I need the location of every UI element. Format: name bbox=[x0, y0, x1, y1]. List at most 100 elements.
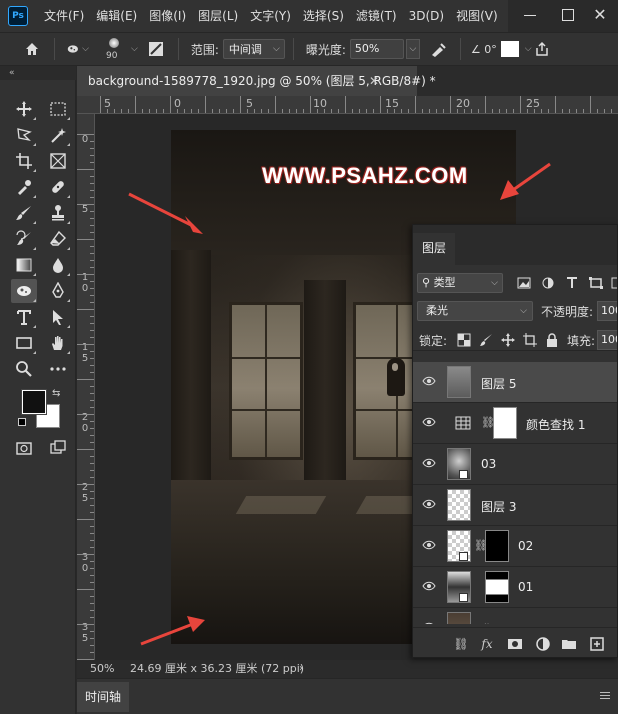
layer-row[interactable]: ⛓ 02 bbox=[413, 526, 617, 567]
close-icon[interactable]: ✕ bbox=[590, 4, 610, 26]
type-tool-icon[interactable] bbox=[11, 305, 37, 329]
chevron-down-icon[interactable]: ⌵ bbox=[131, 44, 138, 54]
visibility-eye-icon[interactable] bbox=[422, 622, 436, 624]
home-icon[interactable] bbox=[18, 35, 46, 63]
link-layers-icon[interactable]: ⛓ bbox=[453, 636, 469, 652]
hand-tool-icon[interactable] bbox=[45, 331, 71, 355]
range-select[interactable]: 中间调 ⌵ bbox=[222, 39, 285, 59]
quick-mask-icon[interactable] bbox=[11, 436, 37, 460]
layer-row[interactable]: 03 bbox=[413, 444, 617, 485]
layer-mask-thumbnail[interactable] bbox=[493, 407, 517, 439]
visibility-eye-icon[interactable] bbox=[422, 540, 436, 550]
new-layer-icon[interactable] bbox=[589, 636, 605, 652]
menu-view[interactable]: 视图(V) bbox=[450, 0, 504, 32]
path-selection-tool-icon[interactable] bbox=[45, 305, 71, 329]
toolbar-collapse-icon[interactable]: « bbox=[0, 66, 76, 80]
brush-settings-icon[interactable] bbox=[148, 40, 170, 58]
vertical-ruler[interactable]: 0 5 1 0 1 5 2 0 2 5 3 0 3 5 bbox=[77, 114, 95, 660]
chevron-down-icon[interactable]: ⌵ bbox=[525, 44, 532, 54]
close-tab-icon[interactable]: ✕ bbox=[369, 66, 379, 96]
fx-icon[interactable]: fx bbox=[479, 636, 495, 652]
history-brush-tool-icon[interactable] bbox=[11, 227, 37, 251]
default-colors-icon[interactable] bbox=[18, 418, 26, 426]
new-group-icon[interactable] bbox=[561, 636, 577, 652]
status-more-chevron[interactable]: › bbox=[299, 660, 303, 678]
eyedropper-tool-icon[interactable] bbox=[11, 175, 37, 199]
document-tab[interactable]: background-1589778_1920.jpg @ 50% (图层 5,… bbox=[77, 66, 436, 96]
screen-mode-icon[interactable] bbox=[45, 436, 71, 460]
panel-menu-icon[interactable] bbox=[600, 692, 610, 701]
frame-tool-icon[interactable] bbox=[45, 149, 71, 173]
ruler-label: 0 bbox=[81, 134, 89, 145]
sponge-tool-preset-icon[interactable]: ⌵ bbox=[67, 40, 89, 58]
menu-select[interactable]: 选择(S) bbox=[297, 0, 350, 32]
lock-pixels-brush-icon[interactable] bbox=[479, 333, 493, 347]
magic-wand-tool-icon[interactable] bbox=[45, 123, 71, 147]
menu-type[interactable]: 文字(Y) bbox=[244, 0, 297, 32]
menu-edit[interactable]: 编辑(E) bbox=[90, 0, 143, 32]
brush-tool-icon[interactable] bbox=[11, 201, 37, 225]
visibility-eye-icon[interactable] bbox=[422, 417, 436, 427]
horizontal-ruler[interactable]: 5 0 5 10 15 20 25 bbox=[77, 96, 618, 114]
add-mask-icon[interactable] bbox=[507, 636, 523, 652]
brush-preset-picker[interactable]: 90 bbox=[99, 34, 129, 64]
eraser-tool-icon[interactable] bbox=[45, 227, 71, 251]
menu-layer[interactable]: 图层(L) bbox=[192, 0, 244, 32]
menu-3d[interactable]: 3D(D) bbox=[403, 0, 450, 32]
adjustment-layer-filter-icon[interactable] bbox=[541, 277, 555, 289]
menu-image[interactable]: 图像(I) bbox=[143, 0, 192, 32]
menu-file[interactable]: 文件(F) bbox=[38, 0, 90, 32]
adjustment-layer-icon[interactable] bbox=[535, 636, 551, 652]
tab-timeline[interactable]: 时间轴 bbox=[77, 682, 129, 712]
blur-tool-icon[interactable] bbox=[45, 253, 71, 277]
airbrush-icon[interactable] bbox=[430, 40, 452, 58]
share-icon[interactable] bbox=[534, 40, 556, 58]
layer-mask-thumbnail[interactable] bbox=[485, 530, 509, 562]
smart-object-filter-icon[interactable] bbox=[611, 277, 618, 289]
blend-mode-select[interactable]: 柔光 ⌵ bbox=[417, 301, 533, 321]
zoom-level[interactable]: 50% bbox=[90, 660, 114, 678]
layer-row[interactable]: 图层 3 bbox=[413, 485, 617, 526]
visibility-eye-icon[interactable] bbox=[422, 458, 436, 468]
lock-all-icon[interactable] bbox=[545, 333, 559, 347]
rectangle-tool-icon[interactable] bbox=[11, 331, 37, 355]
lock-transparent-icon[interactable] bbox=[457, 333, 471, 347]
menu-filter[interactable]: 滤镜(T) bbox=[350, 0, 403, 32]
fill-input[interactable]: 100 bbox=[597, 330, 617, 350]
healing-brush-tool-icon[interactable] bbox=[45, 175, 71, 199]
move-tool-icon[interactable] bbox=[11, 97, 37, 121]
exposure-input[interactable]: 50% bbox=[349, 39, 404, 59]
pen-tool-icon[interactable] bbox=[45, 279, 71, 303]
layer-row[interactable]: 背景 bbox=[413, 608, 617, 624]
layer-row[interactable]: 图层 5 bbox=[413, 362, 617, 403]
maximize-icon[interactable] bbox=[562, 9, 574, 21]
visibility-eye-icon[interactable] bbox=[422, 376, 436, 386]
layer-row[interactable]: 01 bbox=[413, 567, 617, 608]
shape-layer-filter-icon[interactable] bbox=[589, 277, 603, 289]
angle-input[interactable] bbox=[500, 41, 519, 57]
crop-tool-icon[interactable] bbox=[11, 149, 37, 173]
pixel-layer-filter-icon[interactable] bbox=[517, 277, 531, 289]
lock-artboard-icon[interactable] bbox=[523, 333, 537, 347]
kind-filter-select[interactable]: ⚲ 类型 ⌵ bbox=[417, 273, 503, 293]
layer-row[interactable]: ⛓ 颜色查找 1 bbox=[413, 403, 617, 444]
visibility-eye-icon[interactable] bbox=[422, 499, 436, 509]
foreground-color-swatch[interactable] bbox=[21, 389, 47, 415]
exposure-dropdown[interactable]: ⌵ bbox=[405, 39, 420, 59]
gradient-tool-icon[interactable] bbox=[11, 253, 37, 277]
sponge-tool-icon[interactable] bbox=[11, 279, 37, 303]
marquee-tool-icon[interactable] bbox=[45, 97, 71, 121]
layer-mask-thumbnail[interactable] bbox=[485, 571, 509, 603]
swap-colors-icon[interactable]: ⇆ bbox=[52, 388, 60, 399]
minimize-icon[interactable] bbox=[524, 15, 536, 16]
zoom-tool-icon[interactable] bbox=[11, 357, 37, 381]
opacity-input[interactable]: 100 bbox=[597, 301, 617, 321]
clone-stamp-tool-icon[interactable] bbox=[45, 201, 71, 225]
lock-position-icon[interactable] bbox=[501, 333, 515, 347]
tab-layers[interactable]: 图层 bbox=[413, 233, 455, 265]
visibility-eye-icon[interactable] bbox=[422, 581, 436, 591]
lasso-tool-icon[interactable] bbox=[11, 123, 37, 147]
brush-angle[interactable]: ∠ 0° bbox=[471, 43, 497, 56]
type-layer-filter-icon[interactable] bbox=[565, 277, 579, 289]
more-tools-icon[interactable] bbox=[45, 357, 71, 381]
